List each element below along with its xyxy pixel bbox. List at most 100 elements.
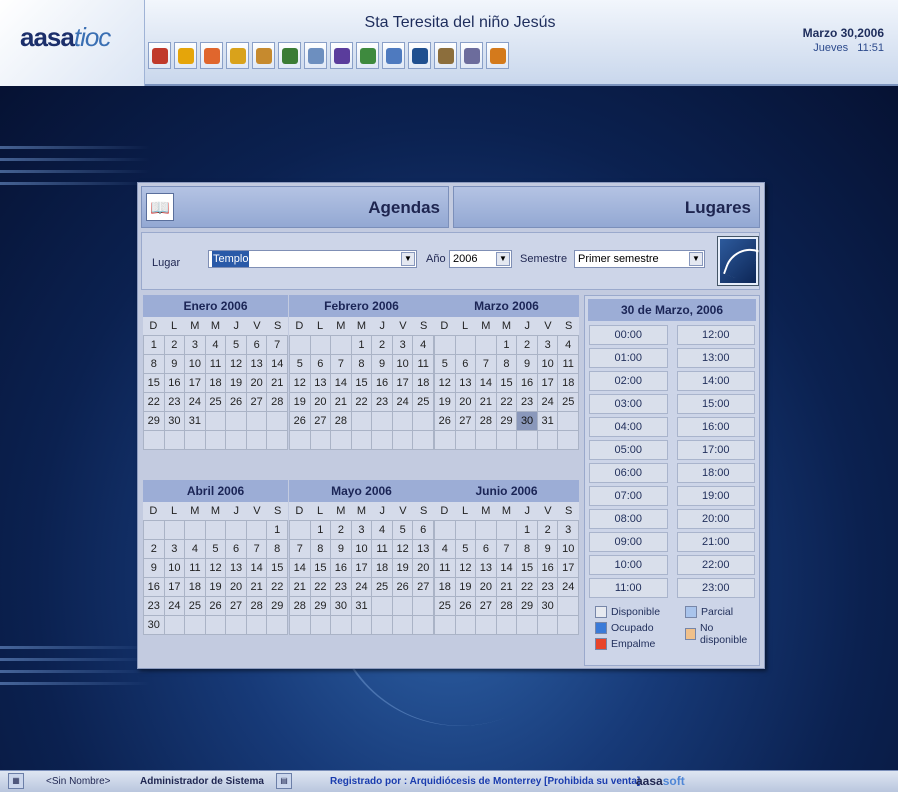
calendar-day[interactable]: 16 — [164, 374, 186, 393]
calendar-day[interactable]: 26 — [205, 597, 227, 616]
calendar-day[interactable]: 29 — [310, 597, 332, 616]
chalice-button[interactable] — [226, 42, 249, 69]
time-slot[interactable]: 10:00 — [589, 555, 668, 575]
search-button[interactable] — [718, 237, 758, 285]
lugar-select[interactable]: Templo ▼ — [208, 250, 417, 268]
people-button[interactable] — [356, 42, 379, 69]
calendar-day[interactable]: 14 — [290, 559, 311, 578]
chart-button[interactable] — [330, 42, 353, 69]
calendar-day[interactable]: 27 — [455, 412, 477, 431]
calendar-day[interactable]: 8 — [267, 540, 288, 559]
calendar-day[interactable]: 22 — [310, 578, 332, 597]
calendar-day[interactable]: 19 — [435, 393, 456, 412]
calendar-day[interactable]: 10 — [185, 355, 206, 374]
time-slot[interactable]: 07:00 — [589, 486, 668, 506]
lugares-tab[interactable]: Lugares — [453, 186, 760, 228]
calendar-day[interactable]: 22 — [267, 578, 288, 597]
calendar-day[interactable]: 10 — [558, 540, 579, 559]
calendar-day[interactable]: 21 — [290, 578, 311, 597]
calendar-day[interactable]: 2 — [164, 336, 186, 355]
calendar-day[interactable]: 25 — [558, 393, 579, 412]
calendar-day[interactable]: 2 — [537, 521, 559, 540]
calendar-day[interactable]: 18 — [558, 374, 579, 393]
calendar-day[interactable]: 9 — [517, 355, 538, 374]
calendar-day[interactable]: 31 — [185, 412, 206, 431]
calendar-day[interactable]: 9 — [144, 559, 165, 578]
calendar-day[interactable]: 7 — [246, 540, 268, 559]
calendar-day[interactable]: 8 — [496, 355, 518, 374]
calendar-day[interactable]: 6 — [226, 540, 247, 559]
calendar-day[interactable]: 28 — [246, 597, 268, 616]
calendar-day[interactable]: 18 — [205, 374, 227, 393]
calendar-day[interactable]: 16 — [372, 374, 393, 393]
time-slot[interactable]: 15:00 — [676, 394, 755, 414]
time-slot[interactable]: 21:00 — [676, 532, 755, 552]
calendar-day[interactable]: 9 — [331, 540, 352, 559]
calendar-day[interactable]: 27 — [476, 597, 497, 616]
calendar-day[interactable]: 18 — [372, 559, 393, 578]
notes-icon[interactable]: ▤ — [276, 773, 292, 789]
calendar-day[interactable]: 19 — [392, 559, 414, 578]
calendar-day[interactable]: 16 — [144, 578, 165, 597]
calendar-day[interactable]: 27 — [310, 412, 332, 431]
calendar-day[interactable]: 9 — [372, 355, 393, 374]
time-slot[interactable]: 14:00 — [676, 371, 755, 391]
time-slot[interactable]: 06:00 — [589, 463, 668, 483]
calendar-day[interactable]: 24 — [537, 393, 559, 412]
calendar-day[interactable]: 18 — [413, 374, 434, 393]
calendar-day[interactable]: 25 — [372, 578, 393, 597]
calendar-day[interactable]: 30 — [537, 597, 559, 616]
calendar-day[interactable]: 20 — [226, 578, 247, 597]
calendar-day[interactable]: 28 — [496, 597, 518, 616]
calendar-day[interactable]: 16 — [517, 374, 538, 393]
calendar-day[interactable]: 22 — [144, 393, 165, 412]
calendar-day[interactable]: 17 — [558, 559, 579, 578]
calendar-day[interactable]: 22 — [517, 578, 538, 597]
calendar-day[interactable]: 21 — [496, 578, 518, 597]
calendar-day[interactable]: 23 — [331, 578, 352, 597]
calendar-day[interactable]: 14 — [246, 559, 268, 578]
time-slot[interactable]: 01:00 — [589, 348, 668, 368]
calendar-day[interactable]: 27 — [413, 578, 434, 597]
anio-select[interactable]: 2006 ▼ — [449, 250, 512, 268]
calendar-day[interactable]: 19 — [290, 393, 311, 412]
calendar-day[interactable]: 10 — [392, 355, 414, 374]
calendar-day[interactable]: 13 — [310, 374, 332, 393]
calendar-day[interactable]: 23 — [537, 578, 559, 597]
calendar-day[interactable]: 12 — [455, 559, 477, 578]
calendar-day[interactable]: 3 — [392, 336, 414, 355]
calendar-day[interactable]: 21 — [331, 393, 352, 412]
calendar-day[interactable]: 28 — [267, 393, 288, 412]
calendar-day[interactable]: 6 — [413, 521, 434, 540]
calendar-day[interactable]: 31 — [351, 597, 373, 616]
calendar-day[interactable]: 5 — [455, 540, 477, 559]
time-slot[interactable]: 05:00 — [589, 440, 668, 460]
calendar-day[interactable]: 6 — [455, 355, 477, 374]
calendar-day[interactable]: 13 — [413, 540, 434, 559]
calendar-day[interactable]: 7 — [331, 355, 352, 374]
calendar-day[interactable]: 1 — [351, 336, 373, 355]
time-slot[interactable]: 03:00 — [589, 394, 668, 414]
calendar-day[interactable]: 27 — [246, 393, 268, 412]
calendar-day[interactable]: 4 — [413, 336, 434, 355]
calendar-day[interactable]: 23 — [164, 393, 186, 412]
time-slot[interactable]: 17:00 — [676, 440, 755, 460]
calendar-day[interactable]: 24 — [185, 393, 206, 412]
calendar-day[interactable]: 19 — [226, 374, 247, 393]
calendar-day[interactable]: 22 — [351, 393, 373, 412]
calendar-day[interactable]: 12 — [435, 374, 456, 393]
chevron-down-icon[interactable]: ▼ — [401, 252, 415, 266]
calendar-day[interactable]: 31 — [537, 412, 559, 431]
calendar-day[interactable]: 11 — [372, 540, 393, 559]
time-slot[interactable]: 11:00 — [589, 578, 668, 598]
calendar-day[interactable]: 22 — [496, 393, 518, 412]
time-slot[interactable]: 04:00 — [589, 417, 668, 437]
agendas-tab[interactable]: 📖 Agendas — [141, 186, 449, 228]
calendar-day[interactable]: 19 — [455, 578, 477, 597]
calendar-day[interactable]: 12 — [392, 540, 414, 559]
calendar-day[interactable]: 30 — [144, 616, 165, 635]
rings-button[interactable] — [278, 42, 301, 69]
calendar-day[interactable]: 24 — [558, 578, 579, 597]
calendar-day[interactable]: 13 — [226, 559, 247, 578]
calendar-day[interactable]: 9 — [164, 355, 186, 374]
